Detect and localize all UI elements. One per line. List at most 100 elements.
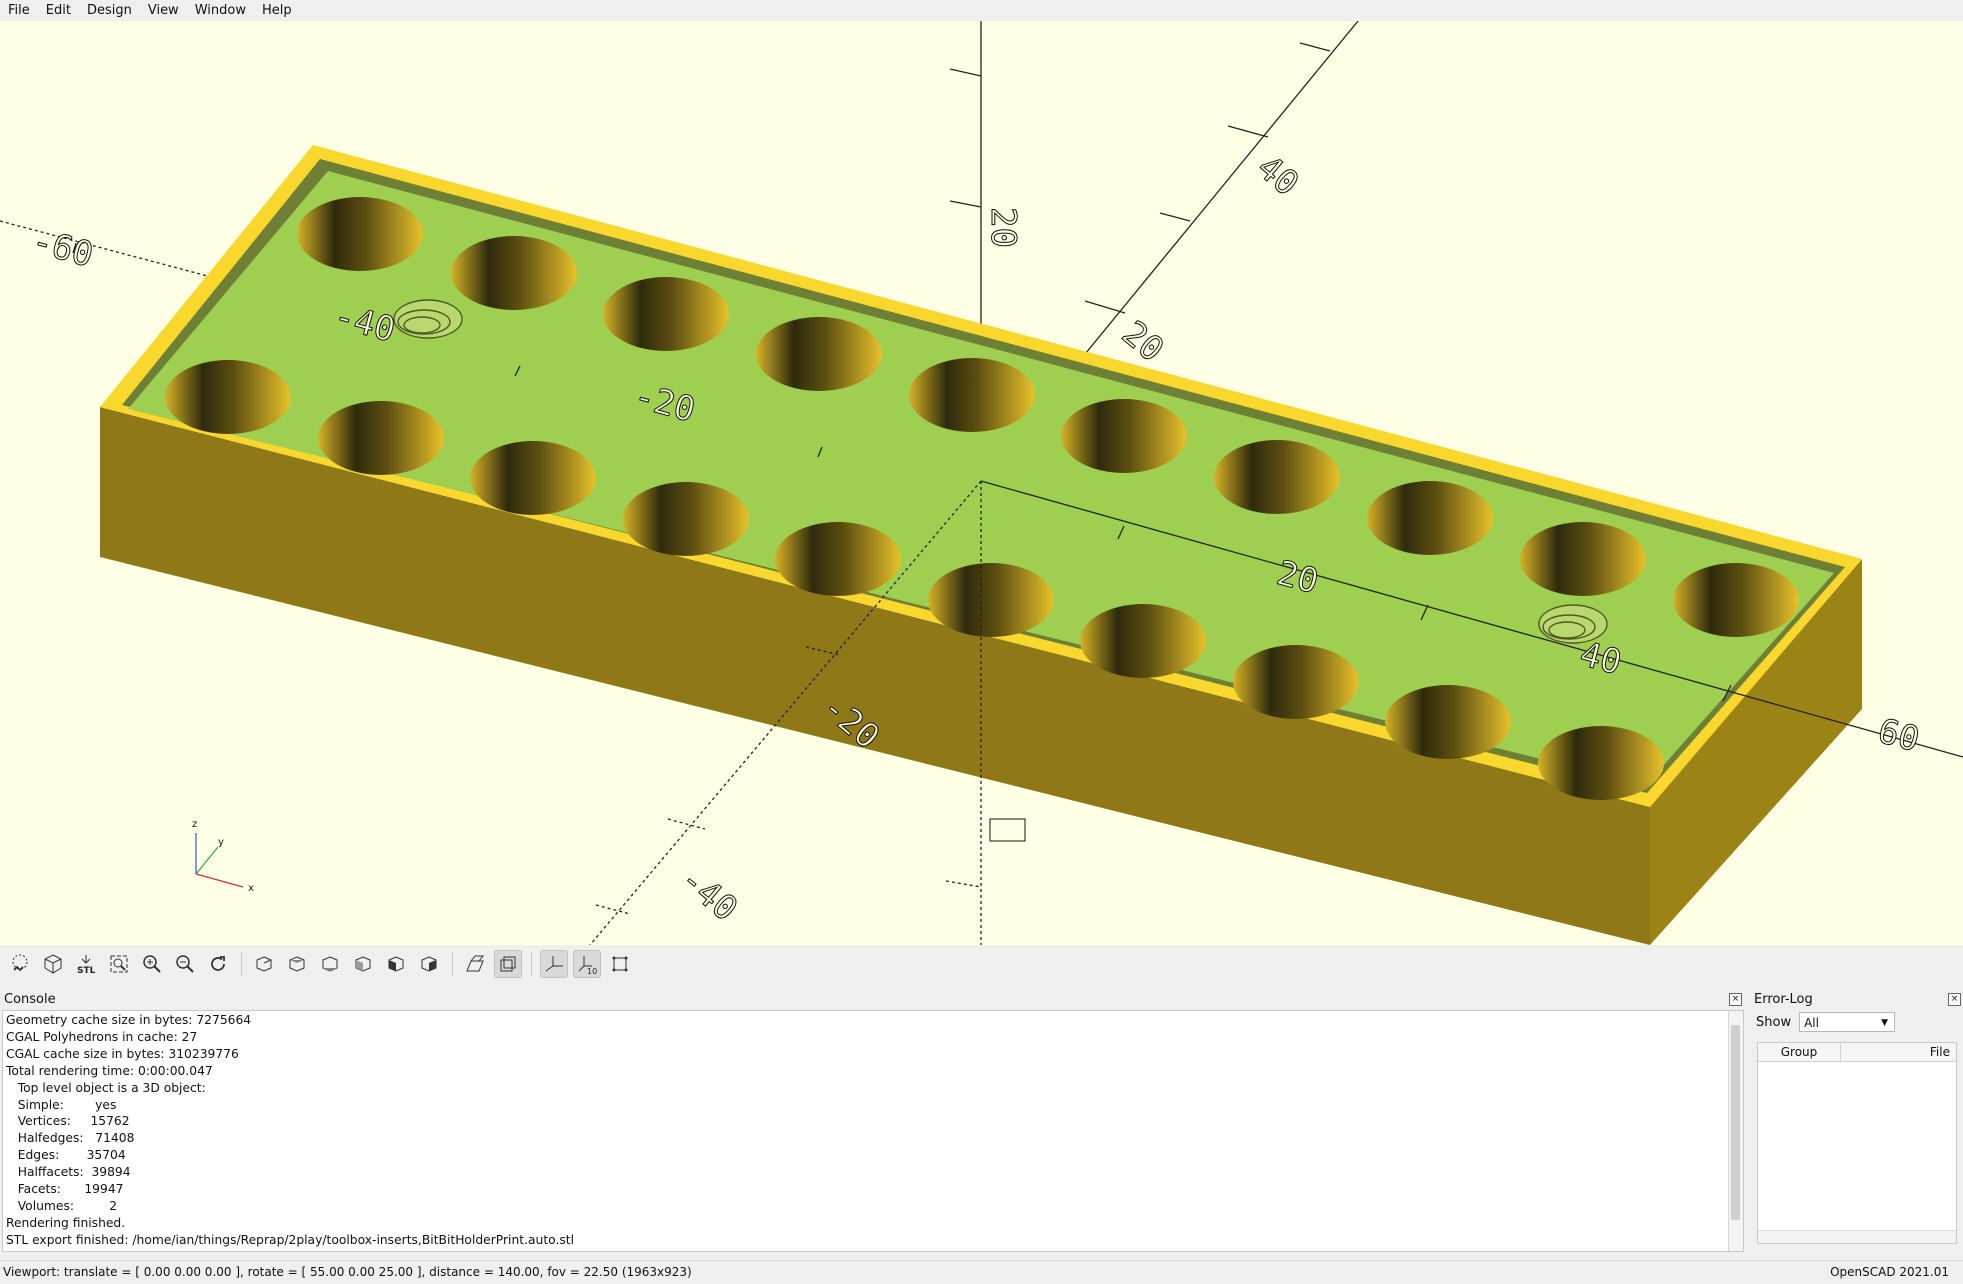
zoom-out-icon bbox=[176, 955, 194, 973]
view-right-icon bbox=[256, 956, 272, 972]
reset-view-button[interactable] bbox=[204, 950, 232, 978]
error-log-panel: Error-Log × Show All ▼ Group File bbox=[1750, 990, 1963, 1260]
console-line: Total rendering time: 0:00:00.047 bbox=[6, 1063, 213, 1078]
view-left-icon bbox=[355, 956, 371, 972]
hole bbox=[318, 401, 444, 475]
perspective-button[interactable] bbox=[461, 950, 489, 978]
hole bbox=[1214, 440, 1340, 514]
console-line: Halffacets: 39894 bbox=[6, 1165, 131, 1180]
error-log-hscrollbar[interactable] bbox=[1758, 1230, 1956, 1243]
preview-icon bbox=[12, 954, 28, 972]
show-axes-button[interactable] bbox=[540, 950, 568, 978]
export-stl-button[interactable]: STL bbox=[72, 950, 100, 978]
reset-view-icon bbox=[211, 956, 225, 971]
view-all-icon bbox=[110, 955, 128, 973]
show-filter-select[interactable]: All ▼ bbox=[1799, 1012, 1896, 1032]
view-front-button[interactable] bbox=[382, 950, 410, 978]
error-log-close-icon[interactable]: × bbox=[1948, 993, 1961, 1006]
hole bbox=[165, 360, 291, 434]
console-line: Top level object is a 3D object: bbox=[6, 1080, 206, 1095]
error-log-table[interactable]: Group File bbox=[1757, 1042, 1957, 1244]
error-log-header: Group File bbox=[1758, 1043, 1956, 1062]
menu-bar: File Edit Design View Window Help bbox=[0, 0, 1963, 22]
render-icon bbox=[44, 954, 62, 974]
hole bbox=[928, 563, 1054, 637]
hole bbox=[1520, 522, 1646, 596]
screw-hole bbox=[393, 299, 463, 339]
console-line: Simple: yes bbox=[6, 1097, 117, 1112]
console-line: Facets: 19947 bbox=[6, 1182, 124, 1197]
toolbar-separator bbox=[241, 952, 242, 976]
console-scrollbar[interactable] bbox=[1728, 1011, 1743, 1251]
menu-help[interactable]: Help bbox=[254, 0, 300, 21]
zoom-in-button[interactable] bbox=[138, 950, 166, 978]
menu-window[interactable]: Window bbox=[187, 0, 254, 21]
show-edges-button[interactable] bbox=[606, 950, 634, 978]
hole bbox=[775, 522, 901, 596]
chevron-down-icon: ▼ bbox=[1881, 1018, 1889, 1028]
show-filter-value: All bbox=[1804, 1016, 1819, 1030]
hole bbox=[1538, 726, 1664, 800]
show-scale-markers-button[interactable]: 10 bbox=[573, 950, 601, 978]
view-top-button[interactable] bbox=[283, 950, 311, 978]
console-output[interactable]: Geometry cache size in bytes: 7275664 CGA… bbox=[2, 1010, 1744, 1252]
hole bbox=[756, 317, 882, 391]
view-left-button[interactable] bbox=[349, 950, 377, 978]
export-stl-icon: STL bbox=[77, 955, 96, 975]
3d-viewport[interactable]: -60 -40 -20 20 40 60 20 40 20 -20 -40 z … bbox=[0, 21, 1963, 945]
view-all-button[interactable] bbox=[105, 950, 133, 978]
hole bbox=[623, 482, 749, 556]
viewport-status: Viewport: translate = [ 0.00 0.00 0.00 ]… bbox=[3, 1265, 692, 1279]
hole bbox=[451, 236, 577, 310]
column-header-group[interactable]: Group bbox=[1758, 1043, 1841, 1061]
status-bar: Viewport: translate = [ 0.00 0.00 0.00 ]… bbox=[0, 1260, 1963, 1284]
toolbar-separator bbox=[531, 952, 532, 976]
preview-button[interactable] bbox=[6, 950, 34, 978]
menu-edit[interactable]: Edit bbox=[38, 0, 79, 21]
menu-file[interactable]: File bbox=[0, 0, 38, 21]
hole bbox=[297, 197, 423, 271]
orthogonal-button[interactable] bbox=[494, 950, 522, 978]
hole bbox=[1061, 399, 1187, 473]
console-line: Volumes: 2 bbox=[6, 1198, 118, 1213]
version-label: OpenSCAD 2021.01 bbox=[1830, 1265, 1949, 1279]
axis-label: -40 bbox=[672, 859, 745, 929]
hole bbox=[909, 358, 1035, 432]
scale-markers-icon: 10 bbox=[578, 956, 597, 975]
orientation-gizmo: z y x bbox=[192, 819, 254, 894]
console-scroll-thumb[interactable] bbox=[1731, 1025, 1740, 1220]
viewport-canvas: -60 -40 -20 20 40 60 20 40 20 -20 -40 z … bbox=[0, 21, 1963, 945]
hole bbox=[603, 277, 729, 351]
view-bottom-button[interactable] bbox=[316, 950, 344, 978]
show-filter: Show All ▼ bbox=[1756, 1012, 1896, 1032]
console-line: CGAL cache size in bytes: 310239776 bbox=[6, 1046, 239, 1061]
view-toolbar: STL 10 bbox=[0, 946, 1963, 982]
zoom-out-button[interactable] bbox=[171, 950, 199, 978]
svg-text:STL: STL bbox=[77, 966, 96, 975]
console-close-icon[interactable]: × bbox=[1729, 993, 1742, 1006]
menu-design[interactable]: Design bbox=[79, 0, 140, 21]
console-line: CGAL Polyhedrons in cache: 27 bbox=[6, 1029, 198, 1044]
error-log-title: Error-Log bbox=[1754, 992, 1813, 1007]
console-line: Vertices: 15762 bbox=[6, 1114, 130, 1129]
svg-text:x: x bbox=[248, 883, 254, 894]
render-button[interactable] bbox=[39, 950, 67, 978]
view-bottom-icon bbox=[322, 956, 338, 972]
console-line: STL export finished: /home/ian/things/Re… bbox=[6, 1232, 575, 1247]
hole bbox=[1673, 563, 1799, 637]
console-line: Rendering finished. bbox=[6, 1215, 126, 1230]
column-header-file[interactable]: File bbox=[1841, 1043, 1956, 1061]
hole bbox=[1367, 481, 1493, 555]
menu-view[interactable]: View bbox=[140, 0, 187, 21]
hole bbox=[1080, 604, 1206, 678]
axis-label: 20 bbox=[983, 207, 1023, 248]
view-back-button[interactable] bbox=[415, 950, 443, 978]
view-right-button[interactable] bbox=[250, 950, 278, 978]
svg-text:10: 10 bbox=[587, 967, 597, 975]
console-title: Console bbox=[4, 992, 56, 1007]
view-top-icon bbox=[289, 956, 305, 972]
toolbar-separator bbox=[452, 952, 453, 976]
hole bbox=[1385, 685, 1511, 759]
show-label: Show bbox=[1756, 1014, 1792, 1030]
orthogonal-icon bbox=[500, 956, 516, 972]
